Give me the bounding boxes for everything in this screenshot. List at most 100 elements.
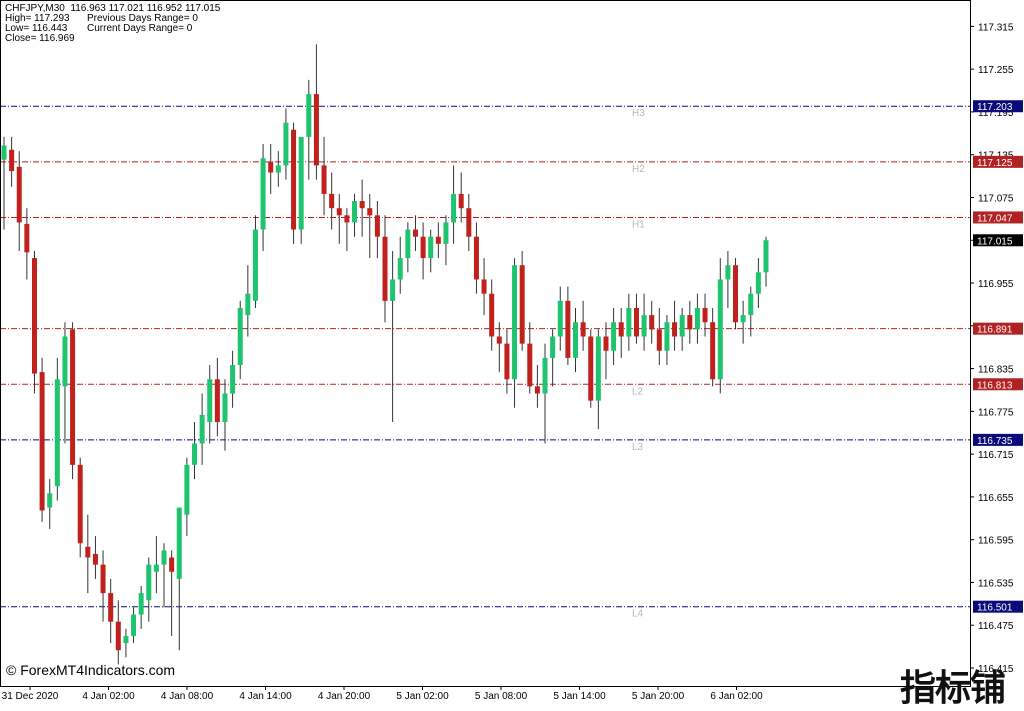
candle-body-bull [397,258,403,280]
chart-area[interactable]: H3H2H1L2L3L4 117.315117.255117.195117.13… [0,0,1024,704]
candle-body-bear [382,236,388,301]
candle-body-bull [679,315,685,337]
candle-body-bear [458,193,464,209]
candle-body-bear [16,166,22,223]
candle-body-bear [367,208,373,216]
candle-body-bear [534,386,540,394]
candle-body-bull [260,158,266,230]
candle-body-bear [473,236,479,280]
pivot-price-label-l4: 116.501 [977,603,1013,614]
candle-body-bull [207,379,213,423]
candle-body-bear [420,236,426,259]
candle-body-bull [184,464,190,515]
candle-body-bull [573,322,578,358]
candle-body-bear [649,315,655,330]
candle-body-bull [199,414,205,444]
candle-body-bear [633,307,639,337]
candle-body-bear [344,215,350,223]
candle-body-bull [123,635,129,644]
x-tick-label: 5 Jan 08:00 [475,691,528,702]
y-tick-label: 116.775 [978,407,1014,418]
candle-body-bull [146,564,152,601]
candle-body-bear [580,322,586,337]
y-tick-label: 116.835 [978,365,1014,376]
candle-body-bull [451,193,457,223]
candle-body-bull [176,507,182,579]
candle-body-bull [161,550,167,565]
candle-body-bull [230,365,236,394]
candle-body-bear [466,208,472,237]
candle-body-bear [359,201,365,209]
candle-body-bull [595,336,601,401]
candle-body-bull [557,300,563,337]
candles [1,44,769,665]
pivot-name-h3: H3 [632,108,645,119]
pivot-price-label-h2: 117.125 [977,158,1013,169]
candle-body-bear [733,265,739,323]
candle-body-bull [153,564,159,572]
y-tick-label: 116.955 [978,279,1014,290]
candle-body-bear [77,464,83,544]
axes: 117.315117.255117.195117.135117.075117.0… [0,0,1023,702]
candle-body-bull [611,322,617,351]
y-tick-label: 116.475 [978,621,1014,632]
candle-body-bull [62,336,68,387]
candle-body-bear [527,343,533,387]
y-tick-label: 117.255 [978,65,1014,76]
x-tick-label: 31 Dec 2020 [2,691,59,702]
candle-body-bull [306,94,312,137]
candle-body-bear [519,265,525,344]
candle-body-bear [702,307,708,323]
candle-body-bear [588,336,594,401]
candle-body-bear [481,279,487,294]
candlestick-chart[interactable]: H3H2H1L2L3L4 117.315117.255117.195117.13… [0,0,1024,704]
pivot-price-label-l3: 116.735 [977,436,1013,447]
candle-body-bear [70,329,76,465]
watermark-text: © ForexMT4Indicators.com [6,662,176,678]
candle-body-bull [717,279,723,380]
candle-body-bull [252,229,258,301]
candle-body-bear [336,208,342,216]
pivot-price-label-h1: 117.047 [977,213,1013,224]
pivot-name-l3: L3 [632,442,644,453]
candle-body-bull [405,229,411,259]
candle-body-bull [275,165,281,173]
candle-body-bear [9,149,15,172]
x-tick-label: 4 Jan 02:00 [82,691,135,702]
candle-body-bull [192,443,197,465]
candle-body-bull [352,201,358,223]
x-tick-label: 4 Jan 20:00 [318,691,371,702]
pivot-name-h1: H1 [632,219,645,230]
candle-body-bull [428,236,434,259]
candle-body-bull [237,307,243,366]
pivot-price-label-l2: 116.813 [977,380,1013,391]
plot-frame [0,0,971,687]
candle-body-bear [39,372,45,511]
candle-body-bull [245,293,251,316]
candle-body-bull [138,593,144,615]
candle-body-bull [725,265,731,280]
candle-body-bull [740,315,746,323]
candle-body-bull [755,272,761,294]
candle-body-bear [268,161,274,173]
candle-body-bear [710,322,716,380]
candle-body-bear [374,215,380,237]
x-tick-label: 5 Jan 14:00 [553,691,606,702]
candle-body-bull [664,322,670,351]
candle-body-bear [92,553,98,565]
candle-body-bear [672,322,678,337]
candle-body-bear [291,129,297,230]
candle-body-bear [504,343,510,380]
candle-body-bull [283,122,289,166]
x-tick-label: 5 Jan 02:00 [396,691,449,702]
close-line: Close= 116.969 [5,33,75,44]
candle-body-bull [512,265,518,380]
candle-body-bull [222,393,228,423]
candle-body-bull [54,379,60,487]
candle-body-bull [131,614,137,636]
candle-body-bear [108,593,114,622]
candle-body-bear [214,379,220,423]
candle-body-bull [641,315,647,337]
candle-body-bear [656,329,662,351]
candle-body-bull [550,336,556,358]
